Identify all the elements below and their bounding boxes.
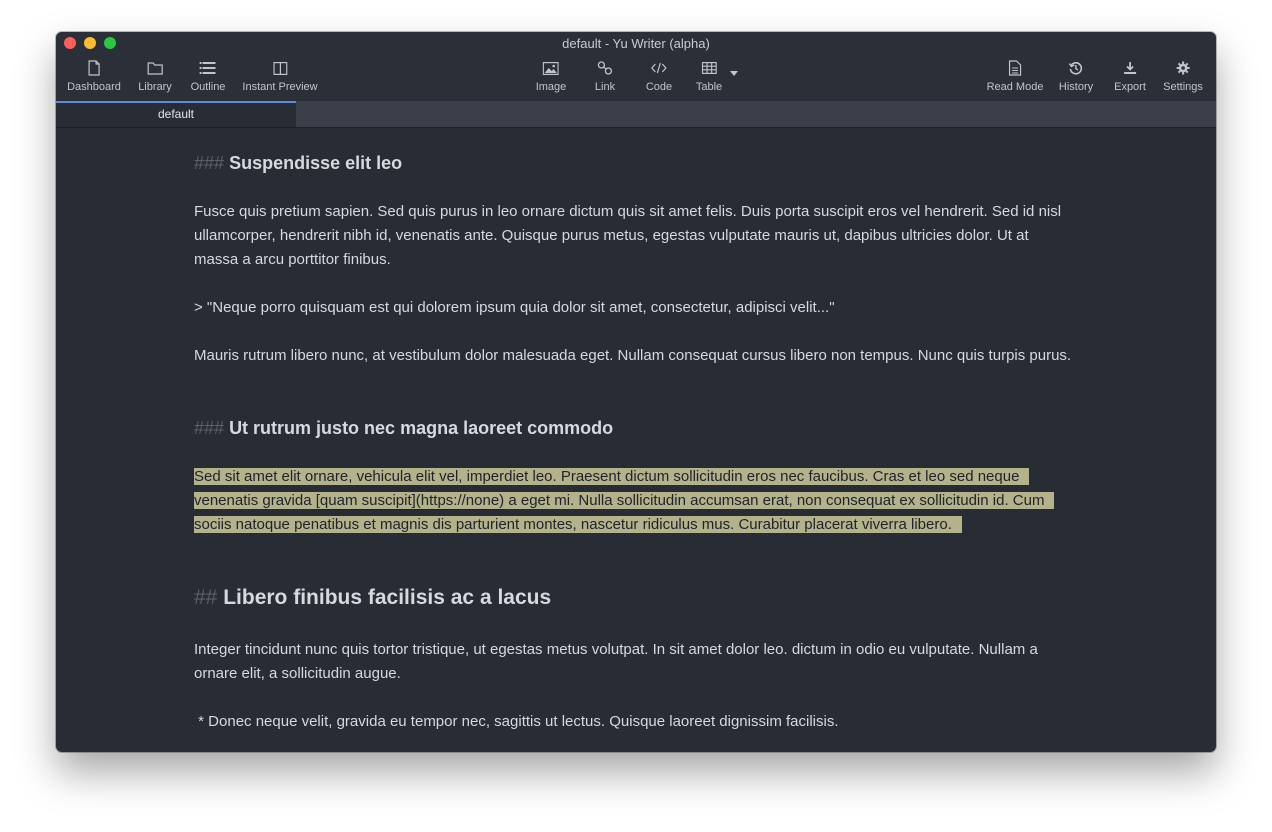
paragraph-fusce: Fusce quis pretium sapien. Sed quis puru… — [194, 203, 1062, 268]
paragraph-mauris: Mauris rutrum libero nunc, at vestibulum… — [194, 347, 1072, 364]
heading-marker: ### — [194, 418, 225, 438]
gear-icon — [1176, 58, 1190, 78]
selected-text: Sed sit amet elit ornare, vehicula elit … — [194, 468, 1055, 533]
bullet-item: * Donec neque velit, gravida eu tempor n… — [194, 713, 839, 730]
heading-ut-rutrum: ### Ut rutrum justo nec magna laoreet co… — [194, 416, 613, 440]
blockquote-line: > "Neque porro quisquam est qui dolorem … — [194, 299, 835, 316]
link-icon — [597, 58, 613, 78]
tab-bar-empty-area[interactable] — [296, 101, 1216, 127]
heading-suspendisse: ### Suspendisse elit leo — [194, 151, 402, 175]
insert-code-button[interactable]: Code — [646, 58, 672, 93]
insert-image-button[interactable]: Image — [536, 58, 566, 93]
library-button[interactable]: Library — [138, 58, 172, 93]
settings-button[interactable]: Settings — [1163, 58, 1203, 93]
heading-text: Libero finibus facilisis ac a lacus — [223, 586, 552, 609]
heading-marker: ### — [194, 153, 225, 173]
export-button[interactable]: Export — [1114, 58, 1146, 93]
markdown-link[interactable]: [quam suscipit](https://none) — [315, 492, 505, 510]
heading-marker: ## — [194, 586, 218, 609]
insert-table-button[interactable]: Table — [696, 58, 722, 93]
window-title: default - Yu Writer (alpha) — [562, 36, 710, 51]
history-icon — [1068, 58, 1083, 78]
split-view-icon — [272, 58, 287, 78]
heading-text: Ut rutrum justo nec magna laoreet commod… — [229, 418, 614, 438]
outline-button[interactable]: Outline — [191, 58, 225, 93]
read-mode-button[interactable]: Read Mode — [987, 58, 1043, 93]
code-icon — [651, 58, 667, 78]
title-toolbar-bar: default - Yu Writer (alpha) Dashboard Li… — [56, 32, 1216, 101]
image-icon — [542, 58, 559, 78]
read-mode-icon — [1008, 58, 1022, 78]
history-button[interactable]: History — [1059, 58, 1093, 93]
heading-libero: ## Libero finibus facilisis ac a lacus — [194, 586, 551, 610]
document-icon — [87, 58, 101, 78]
paragraph-selected: Sed sit amet elit ornare, vehicula elit … — [194, 465, 1074, 537]
table-icon — [701, 58, 717, 78]
export-icon — [1123, 58, 1137, 78]
paragraph-integer: Integer tincidunt nunc quis tortor trist… — [194, 641, 1038, 682]
instant-preview-button[interactable]: Instant Preview — [242, 58, 318, 93]
tab-bar: default — [56, 101, 1216, 128]
heading-text: Suspendisse elit leo — [229, 153, 403, 173]
folder-icon — [147, 58, 163, 78]
tab-default[interactable]: default — [56, 101, 296, 127]
insert-link-button[interactable]: Link — [595, 58, 615, 93]
app-window: default - Yu Writer (alpha) Dashboard Li… — [56, 32, 1216, 752]
dashboard-button[interactable]: Dashboard — [67, 58, 121, 93]
table-dropdown-caret-icon[interactable] — [729, 65, 739, 76]
list-icon — [199, 58, 216, 78]
